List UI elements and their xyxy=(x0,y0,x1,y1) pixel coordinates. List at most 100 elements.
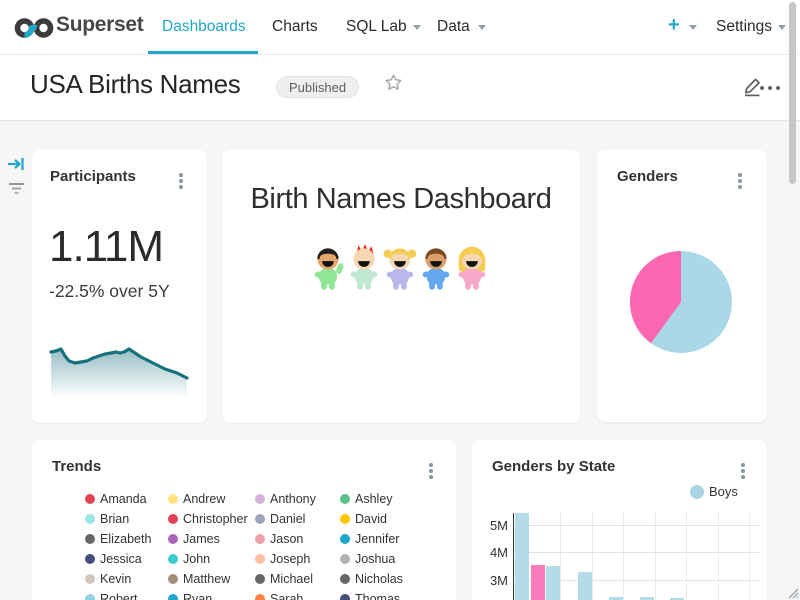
legend-label: Nicholas xyxy=(355,572,403,586)
trends-legend-item[interactable]: Brian xyxy=(85,509,168,529)
gridline xyxy=(655,513,656,600)
legend-dot xyxy=(85,514,95,524)
bar xyxy=(578,572,592,600)
scrollbar-thumb[interactable] xyxy=(789,2,796,184)
trends-legend-item[interactable]: James xyxy=(168,529,255,549)
trends-legend-item[interactable]: Daniel xyxy=(255,509,340,529)
gridline xyxy=(592,513,593,600)
legend-dot xyxy=(168,574,178,584)
trends-legend-item[interactable]: Joshua xyxy=(340,549,440,569)
bar xyxy=(515,513,529,600)
brand-name[interactable]: Superset xyxy=(56,13,143,37)
more-actions-icon[interactable] xyxy=(760,86,780,90)
gridline xyxy=(749,513,750,600)
chart-menu-icon[interactable] xyxy=(426,460,436,482)
chart-menu-icon[interactable] xyxy=(735,170,745,192)
trends-legend-item[interactable]: Kevin xyxy=(85,569,168,589)
y-axis-tick: 3M xyxy=(476,573,508,588)
nav-charts[interactable]: Charts xyxy=(272,18,318,36)
trends-legend-item[interactable]: Amanda xyxy=(85,489,168,509)
trends-legend-item[interactable]: Thomas xyxy=(340,589,440,600)
trends-legend-item[interactable]: Anthony xyxy=(255,489,340,509)
trends-legend-item[interactable]: Matthew xyxy=(168,569,255,589)
trends-legend-item[interactable]: Jason xyxy=(255,529,340,549)
favorite-star-icon[interactable] xyxy=(383,72,404,98)
big-number-value: 1.11M xyxy=(49,222,163,272)
nav-settings[interactable]: Settings xyxy=(716,18,772,36)
trends-legend-item[interactable]: Joseph xyxy=(255,549,340,569)
trends-legend-item[interactable]: Michael xyxy=(255,569,340,589)
gridline xyxy=(623,513,624,600)
legend-dot xyxy=(340,494,350,504)
legend-dot xyxy=(85,574,95,584)
legend-label: David xyxy=(355,512,387,526)
new-item-button[interactable]: + xyxy=(668,14,680,37)
gridline xyxy=(513,525,759,526)
nav-sql-lab[interactable]: SQL Lab xyxy=(346,18,407,36)
navbar: Superset Dashboards Charts SQL Lab Data … xyxy=(0,0,800,55)
legend-label: Joseph xyxy=(270,552,310,566)
page-title: USA Births Names xyxy=(30,69,241,100)
chevron-down-icon xyxy=(778,25,786,30)
filter-icon[interactable] xyxy=(7,181,26,201)
participants-card: Participants 1.11M -22.5% over 5Y xyxy=(32,150,207,423)
trends-legend-item[interactable]: John xyxy=(168,549,255,569)
gridline xyxy=(513,552,759,553)
superset-logo-icon[interactable] xyxy=(14,15,54,46)
trends-legend-item[interactable]: Ryan xyxy=(168,589,255,600)
trends-legend-item[interactable]: David xyxy=(340,509,440,529)
chart-menu-icon[interactable] xyxy=(176,170,186,192)
trends-card: Trends Amanda Andrew Anthony Ashley Brian Chr… xyxy=(32,440,456,600)
legend-label: Andrew xyxy=(183,492,225,506)
legend-dot xyxy=(255,574,265,584)
superset-app: Superset Dashboards Charts SQL Lab Data … xyxy=(0,0,800,600)
legend-dot xyxy=(255,514,265,524)
legend-label: Christopher xyxy=(183,512,248,526)
legend-label: Joshua xyxy=(355,552,395,566)
legend-label: James xyxy=(183,532,220,546)
legend-label: Brian xyxy=(100,512,129,526)
genders-pie-chart[interactable] xyxy=(630,251,732,353)
bar xyxy=(546,566,560,600)
legend-dot xyxy=(85,554,95,564)
legend-dot xyxy=(168,594,178,600)
participants-sparkline xyxy=(48,330,193,396)
markdown-card: Birth Names Dashboard xyxy=(222,150,580,423)
trends-legend-item[interactable]: Jessica xyxy=(85,549,168,569)
chart-title: Trends xyxy=(52,458,101,475)
nav-dashboards[interactable]: Dashboards xyxy=(162,18,246,36)
trends-legend-item[interactable]: Elizabeth xyxy=(85,529,168,549)
legend-label: Matthew xyxy=(183,572,230,586)
trends-legend-item[interactable]: Jennifer xyxy=(340,529,440,549)
children-illustration xyxy=(311,240,491,297)
legend-label: Kevin xyxy=(100,572,131,586)
trends-legend-item[interactable]: Sarah xyxy=(255,589,340,600)
legend-dot xyxy=(255,534,265,544)
legend-dot xyxy=(340,594,350,600)
y-axis-tick: 4M xyxy=(476,545,508,560)
expand-filter-bar-icon[interactable] xyxy=(7,155,26,178)
bar-chart-plot: 5M 4M 3M xyxy=(472,440,767,600)
dashboard-header: USA Births Names Published xyxy=(0,55,800,121)
legend-label: Jennifer xyxy=(355,532,399,546)
resize-handle[interactable] xyxy=(785,585,799,600)
legend-dot xyxy=(168,494,178,504)
trends-legend-item[interactable]: Ashley xyxy=(340,489,440,509)
y-axis-line xyxy=(513,513,514,600)
gridline xyxy=(560,513,561,600)
legend-dot xyxy=(340,554,350,564)
chevron-down-icon xyxy=(478,25,486,30)
trends-legend-item[interactable]: Andrew xyxy=(168,489,255,509)
trends-legend-item[interactable]: Robert xyxy=(85,589,168,600)
legend-label: Michael xyxy=(270,572,313,586)
genders-card: Genders xyxy=(597,150,767,422)
nav-data[interactable]: Data xyxy=(437,18,470,36)
trends-legend-item[interactable]: Nicholas xyxy=(340,569,440,589)
published-badge[interactable]: Published xyxy=(276,76,359,98)
chart-title: Participants xyxy=(50,168,136,185)
trends-legend-item[interactable]: Christopher xyxy=(168,509,255,529)
active-tab-underline xyxy=(148,51,258,54)
legend-label: Jessica xyxy=(100,552,142,566)
legend-label: Ashley xyxy=(355,492,393,506)
bar xyxy=(609,597,623,600)
